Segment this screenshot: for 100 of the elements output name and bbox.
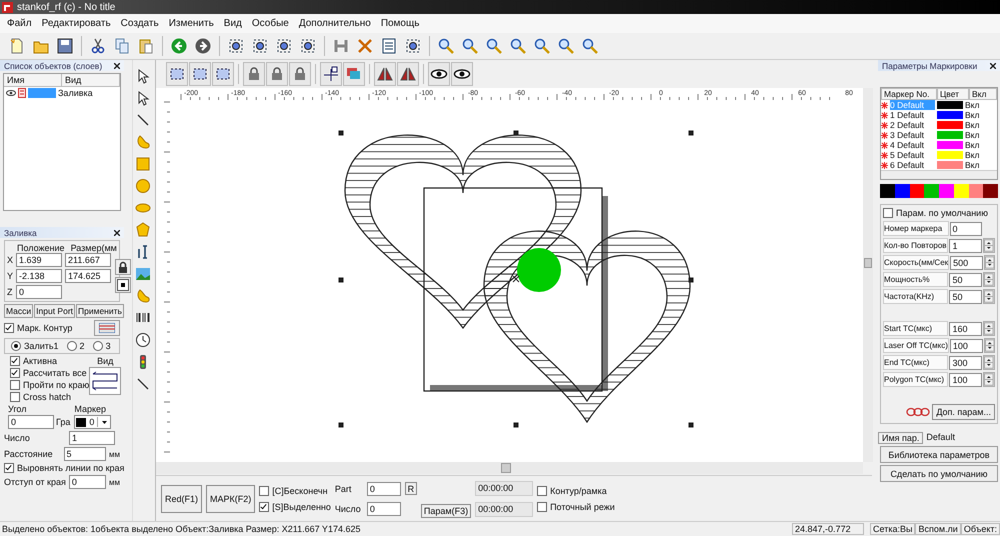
panel-button[interactable]: Применить [76,304,124,318]
lock-icon[interactable] [18,88,26,98]
marker-name[interactable]: 2 Default [890,120,935,130]
input-field[interactable]: 500 [950,256,983,270]
spin-buttons[interactable] [983,372,995,387]
lock-icon[interactable] [289,62,311,86]
panel-button[interactable]: Input Port [34,304,76,318]
checkbox[interactable] [883,208,893,218]
input-field[interactable]: 160 [949,322,982,336]
preview-button[interactable]: Red(F1) [161,484,202,512]
menu-item[interactable]: Редактировать [36,18,116,29]
column-header[interactable]: Вид [62,74,120,87]
menu-item[interactable]: Помощь [376,18,424,29]
input-field[interactable]: 300 [949,356,982,370]
palette-color[interactable] [939,184,954,198]
input-field[interactable]: 50 [949,290,982,304]
palette-color[interactable] [910,184,924,198]
input-field[interactable]: 0 [366,482,401,496]
color-swatch[interactable] [937,151,963,159]
marker-name[interactable]: 1 Default [890,110,935,120]
checkbox[interactable] [10,368,20,378]
close-icon[interactable] [990,62,996,68]
spin-buttons[interactable] [983,272,995,287]
input-field[interactable]: 50 [949,272,982,286]
circle-icon[interactable] [133,176,153,195]
mirror-icon[interactable] [374,62,396,86]
panel-button[interactable]: Масси [4,304,34,318]
checkbox[interactable] [4,463,14,473]
input-field[interactable]: 0 [8,415,54,429]
spin-buttons[interactable] [983,289,995,304]
input-field[interactable]: 1 [69,431,115,445]
input-field[interactable]: 1 [949,238,982,252]
marker-name[interactable]: 4 Default [890,140,935,150]
color-swatch[interactable] [937,141,963,149]
radio-button[interactable] [11,341,21,351]
menu-item[interactable]: Изменить [164,18,219,29]
mark-button[interactable]: МАРК(F2) [206,484,256,512]
color-swatch[interactable] [937,111,963,119]
input-field[interactable]: 211.667 [65,253,111,267]
input-field[interactable]: 100 [950,338,982,352]
object-name-cell[interactable] [28,88,56,98]
input-field[interactable]: 0 [366,502,401,516]
group-icon[interactable] [212,62,234,86]
input-field[interactable]: 5 [64,447,106,461]
menu-item[interactable]: Особые [246,18,294,29]
input-field[interactable]: 174.625 [65,269,111,283]
column-header[interactable]: Имя [4,74,62,87]
lock-icon[interactable] [266,62,288,86]
caret-icon[interactable] [97,417,110,427]
eye-icon[interactable] [451,62,473,86]
palette-color[interactable] [983,184,998,198]
palette-color[interactable] [894,184,910,198]
reset-button[interactable]: R [404,482,417,495]
lock-icon[interactable] [243,62,265,86]
library-button[interactable]: Библиотека параметров [880,446,998,463]
radio-button[interactable] [66,341,77,351]
horizontal-scrollbar[interactable] [156,462,863,474]
color-swatch[interactable] [937,161,963,169]
palette-color[interactable] [924,184,939,198]
lock-button[interactable] [115,259,131,275]
input-field[interactable]: 0 [950,222,982,236]
spin-buttons[interactable] [983,355,995,370]
spin-buttons[interactable] [984,338,995,353]
column-header[interactable]: Вкл [969,88,997,100]
checkbox[interactable] [259,502,270,512]
close-icon[interactable] [114,230,120,236]
group-icon[interactable] [166,62,188,86]
vertical-scrollbar[interactable] [863,88,873,462]
hatch-style-button[interactable] [89,367,122,395]
marker-name[interactable]: 3 Default [890,130,935,140]
checkbox[interactable] [4,323,14,333]
layers-icon[interactable] [343,62,365,86]
color-swatch[interactable] [937,121,963,129]
color-swatch[interactable] [937,101,963,109]
radio-button[interactable] [92,341,103,351]
input-field[interactable]: 1.639 [16,253,62,267]
input-field[interactable]: -2.138 [16,269,62,283]
anchor-grid-button[interactable] [115,277,131,293]
menu-item[interactable]: Дополнительно [294,18,376,29]
checkbox[interactable] [537,502,548,512]
extra-params-button[interactable]: Доп. парам... [932,404,995,420]
spin-buttons[interactable] [983,321,995,336]
close-icon[interactable] [114,62,120,68]
mirror-icon[interactable] [397,62,419,86]
clock-icon[interactable] [133,330,153,349]
column-header[interactable]: Маркер No. [881,88,937,100]
marker-name[interactable]: 6 Default [890,160,935,170]
horizontal-scrollbar[interactable] [881,170,997,179]
checkbox[interactable] [259,486,270,496]
input-field[interactable]: 100 [949,372,982,386]
color-swatch[interactable] [937,131,963,139]
checkbox[interactable] [10,392,20,402]
spin-buttons[interactable] [983,238,995,253]
checkbox[interactable] [10,380,20,390]
palette-color[interactable] [954,184,968,198]
palette-color[interactable] [968,184,984,198]
selected-shapes-drawing[interactable] [338,130,694,428]
checkbox[interactable] [537,486,548,496]
params-button[interactable]: Парам(F3) [420,504,472,518]
set-default-button[interactable]: Сделать по умолчанию [880,465,998,482]
